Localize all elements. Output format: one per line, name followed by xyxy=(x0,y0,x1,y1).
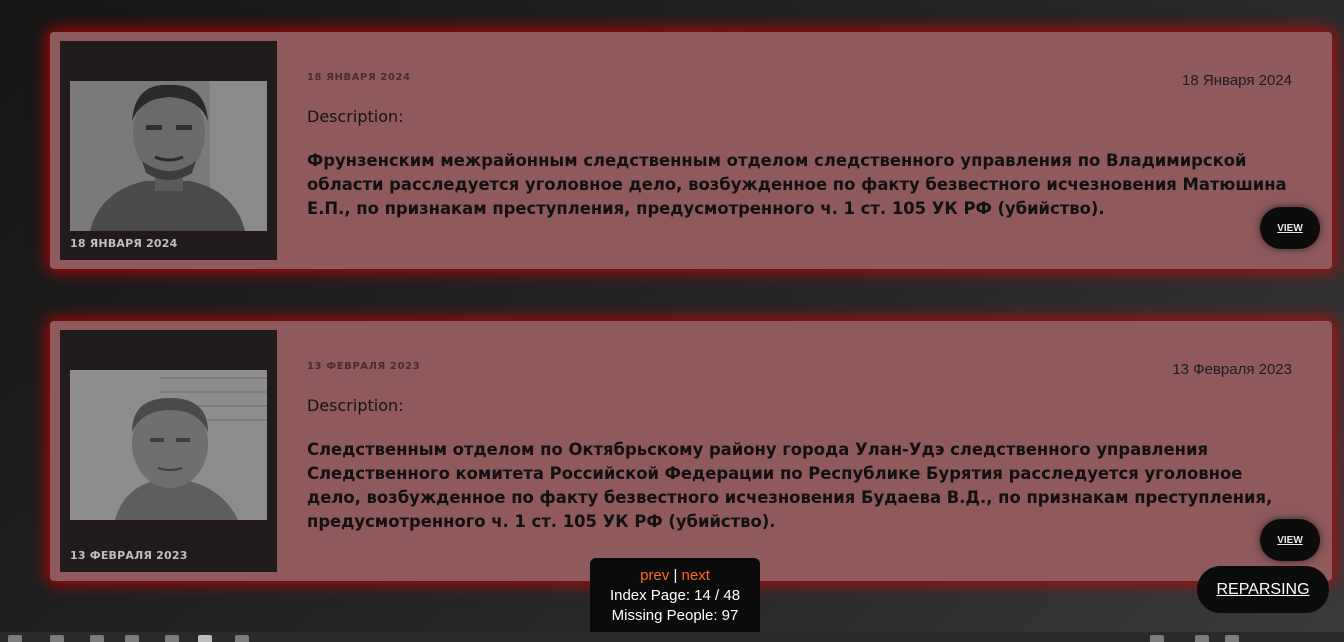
record-date: 18 Января 2024 xyxy=(1182,72,1292,89)
record-thumbnail[interactable]: 18 ЯНВАРЯ 2024 xyxy=(60,41,277,260)
taskbar-active-app-icon[interactable] xyxy=(198,635,212,642)
record-date-small: 18 ЯНВАРЯ 2024 xyxy=(307,72,411,83)
os-taskbar xyxy=(0,632,1344,642)
record-card: 18 ЯНВАРЯ 2024 18 ЯНВАРЯ 2024 18 Января … xyxy=(50,32,1332,269)
thumbnail-date: 13 ФЕВРАЛЯ 2023 xyxy=(70,549,188,562)
start-icon[interactable] xyxy=(8,635,22,642)
pagination-separator: | xyxy=(673,567,678,584)
taskbar-app-icon[interactable] xyxy=(90,635,104,642)
taskbar-app-icon[interactable] xyxy=(165,635,179,642)
pagination-links: prev | next xyxy=(590,566,760,586)
reparsing-button[interactable]: REPARSING xyxy=(1197,566,1329,613)
taskbar-app-icon[interactable] xyxy=(235,635,249,642)
index-page-counter: Index Page: 14 / 48 xyxy=(609,587,741,604)
record-thumbnail[interactable]: 13 ФЕВРАЛЯ 2023 xyxy=(60,330,277,572)
record-card: 13 ФЕВРАЛЯ 2023 13 ФЕВРАЛЯ 2023 13 Февра… xyxy=(50,321,1332,581)
tray-icon[interactable] xyxy=(1225,635,1239,642)
thumbnail-date: 18 ЯНВАРЯ 2024 xyxy=(70,237,178,250)
prev-link[interactable]: prev xyxy=(640,567,669,584)
taskbar-app-icon[interactable] xyxy=(50,635,64,642)
view-button[interactable]: VIEW xyxy=(1260,519,1320,561)
tray-icon[interactable] xyxy=(1150,635,1164,642)
record-date: 13 Февраля 2023 xyxy=(1172,361,1292,378)
description-text: Следственным отделом по Октябрьскому рай… xyxy=(307,440,1273,531)
description-label: Description: xyxy=(307,396,404,415)
description-label: Description: xyxy=(307,107,404,126)
next-link[interactable]: next xyxy=(682,567,710,584)
missing-people-count: Missing People: 97 xyxy=(611,607,739,624)
person-photo xyxy=(70,81,267,231)
tray-icon[interactable] xyxy=(1195,635,1209,642)
description-text: Фрунзенским межрайонным следственным отд… xyxy=(307,151,1287,218)
record-date-small: 13 ФЕВРАЛЯ 2023 xyxy=(307,361,421,372)
taskbar-app-icon[interactable] xyxy=(125,635,139,642)
pagination-panel: prev | next Index Page: 14 / 48 Missing … xyxy=(590,558,760,634)
view-button[interactable]: VIEW xyxy=(1260,207,1320,249)
person-photo xyxy=(70,370,267,520)
